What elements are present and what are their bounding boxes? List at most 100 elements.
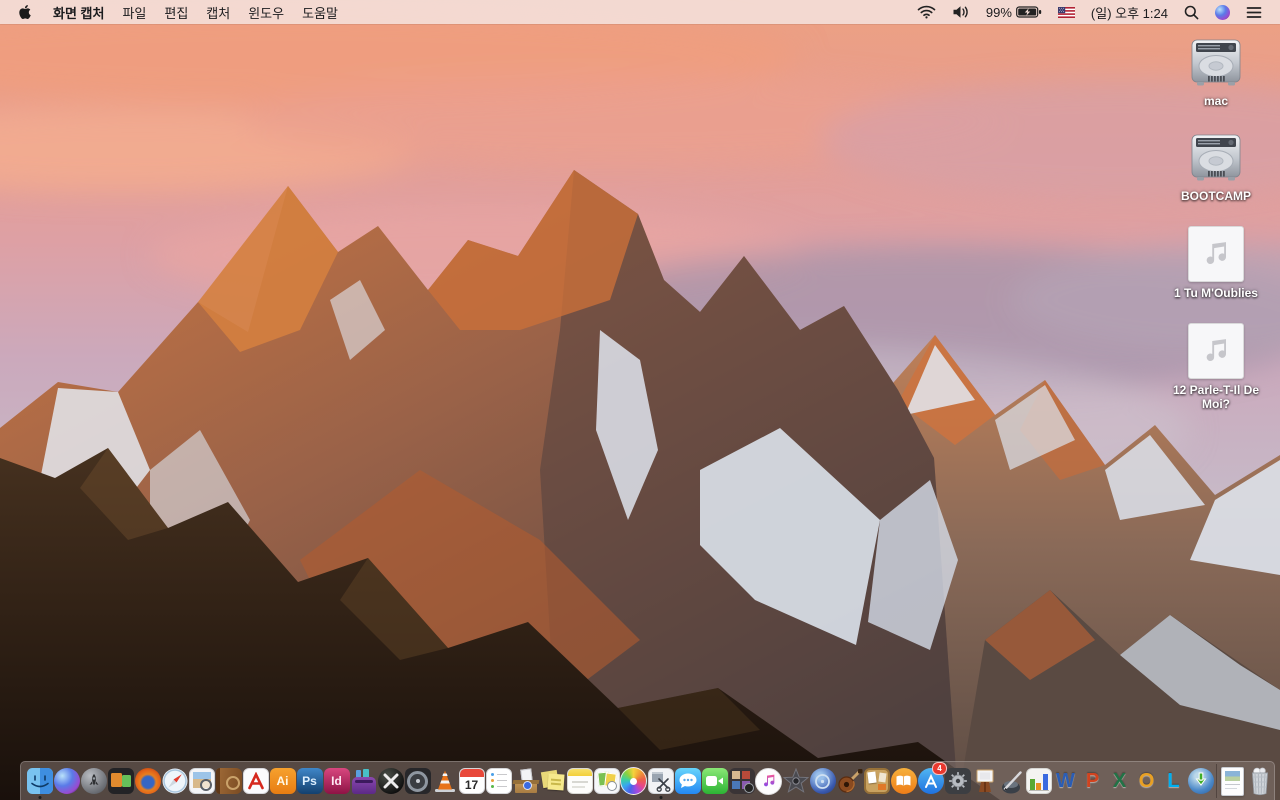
dock-preview[interactable] xyxy=(188,763,215,799)
lync-l-letter: L xyxy=(1167,769,1180,792)
dock-document-file[interactable] xyxy=(1219,763,1246,799)
apple-menu[interactable] xyxy=(0,0,44,24)
dock-word[interactable]: W xyxy=(1052,763,1079,799)
camera-lens xyxy=(743,783,754,793)
preview-icon xyxy=(188,768,215,794)
dock-firefox[interactable] xyxy=(134,763,161,799)
dock-messages[interactable] xyxy=(674,763,701,799)
dock-illustrator[interactable]: Ai xyxy=(269,763,296,799)
green-bar xyxy=(1029,779,1035,790)
desktop-icon-audio-file-1[interactable]: 1 Tu M'Oublies xyxy=(1174,226,1258,300)
dock-excel[interactable]: X xyxy=(1106,763,1133,799)
menu-edit[interactable]: 편집 xyxy=(155,0,197,24)
desktop-icon-audio-file-2[interactable]: 12 Parle-T-Il De Moi? xyxy=(1164,323,1268,411)
dock-itunes[interactable] xyxy=(755,763,782,799)
battery-status[interactable]: 99% xyxy=(978,0,1050,24)
launchpad-rocket-icon xyxy=(80,768,107,794)
mini-photo xyxy=(741,771,750,779)
battery-charging-icon xyxy=(1016,6,1042,18)
dock-image-cards-app[interactable] xyxy=(593,763,620,799)
dock-photoshop[interactable]: Ps xyxy=(296,763,323,799)
wifi-icon[interactable] xyxy=(909,0,944,24)
dock-outlook[interactable]: O xyxy=(1133,763,1160,799)
dock-web-downloader[interactable] xyxy=(1187,763,1214,799)
dock-app-store[interactable]: 4 xyxy=(917,762,947,799)
dock-notes[interactable] xyxy=(566,763,593,799)
dock-pages[interactable] xyxy=(998,763,1025,799)
dock-disk-utility-app[interactable] xyxy=(404,763,431,799)
app-menu-title[interactable]: 화면 캡처 xyxy=(44,0,113,24)
note-line xyxy=(571,781,588,783)
dock-acrobat-reader[interactable] xyxy=(242,763,269,799)
dock-screen-capture[interactable] xyxy=(647,763,674,799)
spotlight-search-icon[interactable] xyxy=(1176,0,1207,24)
reminder-row xyxy=(490,778,507,783)
hard-drive-icon xyxy=(1191,134,1241,181)
trash-full-icon xyxy=(1251,767,1268,796)
blue-bar xyxy=(1042,774,1048,790)
dock-vlc[interactable] xyxy=(431,763,458,799)
hard-drive-icon xyxy=(1191,39,1241,86)
menu-file[interactable]: 파일 xyxy=(113,0,155,24)
dock-reminders[interactable] xyxy=(485,763,512,799)
dock-photos[interactable] xyxy=(620,763,647,799)
menu-help[interactable]: 도움말 xyxy=(293,0,347,24)
drive-label: mac xyxy=(1203,94,1229,108)
dock-keynote[interactable] xyxy=(971,763,998,799)
dock-system-preferences[interactable] xyxy=(944,763,971,799)
dock-idvd[interactable] xyxy=(809,763,836,799)
dock-imovie[interactable] xyxy=(782,763,809,799)
dock-toast-titanium[interactable] xyxy=(350,763,377,799)
menu-capture[interactable]: 캡처 xyxy=(197,0,239,24)
dock-indesign[interactable]: Id xyxy=(323,763,350,799)
archive-box-icon xyxy=(512,768,539,794)
dock-stickies[interactable] xyxy=(539,763,566,799)
green-screen xyxy=(121,775,131,787)
dock-launchpad[interactable] xyxy=(80,763,107,799)
siri-icon xyxy=(53,768,80,794)
word-w-letter: W xyxy=(1056,769,1075,792)
desktop-icon-mac-drive[interactable]: mac xyxy=(1189,36,1243,108)
calendar-header xyxy=(459,769,484,777)
dock-numbers[interactable] xyxy=(1025,763,1052,799)
menu-window[interactable]: 윈도우 xyxy=(239,0,293,24)
mini-photo xyxy=(731,781,740,789)
screens-icon xyxy=(107,768,134,794)
dock-trash[interactable] xyxy=(1246,763,1273,799)
dock-siri[interactable] xyxy=(53,763,80,799)
dock-corkboard-app[interactable] xyxy=(863,763,890,799)
stickies-icon xyxy=(540,768,566,794)
dock-garageband[interactable] xyxy=(836,763,863,799)
garageband-guitar-icon xyxy=(837,769,862,793)
running-indicator xyxy=(38,796,41,799)
siri-menu-icon[interactable] xyxy=(1207,0,1238,24)
idvd-disc-icon xyxy=(809,768,836,794)
dock-safari[interactable] xyxy=(161,763,188,799)
desktop-icon-bootcamp-drive[interactable]: BOOTCAMP xyxy=(1181,131,1251,203)
dock-display-mirroring-app[interactable] xyxy=(107,763,134,799)
volume-icon[interactable] xyxy=(944,0,978,24)
reminders-icon xyxy=(485,768,512,794)
notification-center-icon[interactable] xyxy=(1238,0,1270,24)
dock-powerpoint[interactable]: P xyxy=(1079,763,1106,799)
safari-compass-icon xyxy=(162,768,187,794)
dock-photo-booth[interactable] xyxy=(728,763,755,799)
menu-bar-clock[interactable]: (일) 오후 1:24 xyxy=(1083,0,1176,24)
dock-unarchiver[interactable] xyxy=(512,763,539,799)
dock-contacts[interactable] xyxy=(215,763,242,799)
dock-calendar[interactable]: 17 xyxy=(458,763,485,799)
dock-finder[interactable] xyxy=(26,763,53,799)
messages-bubble-icon xyxy=(674,768,701,794)
badge-disc xyxy=(522,781,532,790)
dock-lync[interactable]: L xyxy=(1160,763,1187,799)
orange-chip xyxy=(877,784,886,790)
book-spine xyxy=(215,768,220,794)
drive-label: BOOTCAMP xyxy=(1181,189,1251,203)
input-language-us-flag-icon[interactable] xyxy=(1050,0,1083,24)
dock-facetime[interactable] xyxy=(701,763,728,799)
itunes-note-icon xyxy=(755,767,782,795)
globe-download-icon xyxy=(1187,768,1214,794)
dock-ibooks[interactable] xyxy=(890,763,917,799)
calendar-icon: 17 xyxy=(458,768,485,794)
dock-x-converter-app[interactable] xyxy=(377,763,404,799)
